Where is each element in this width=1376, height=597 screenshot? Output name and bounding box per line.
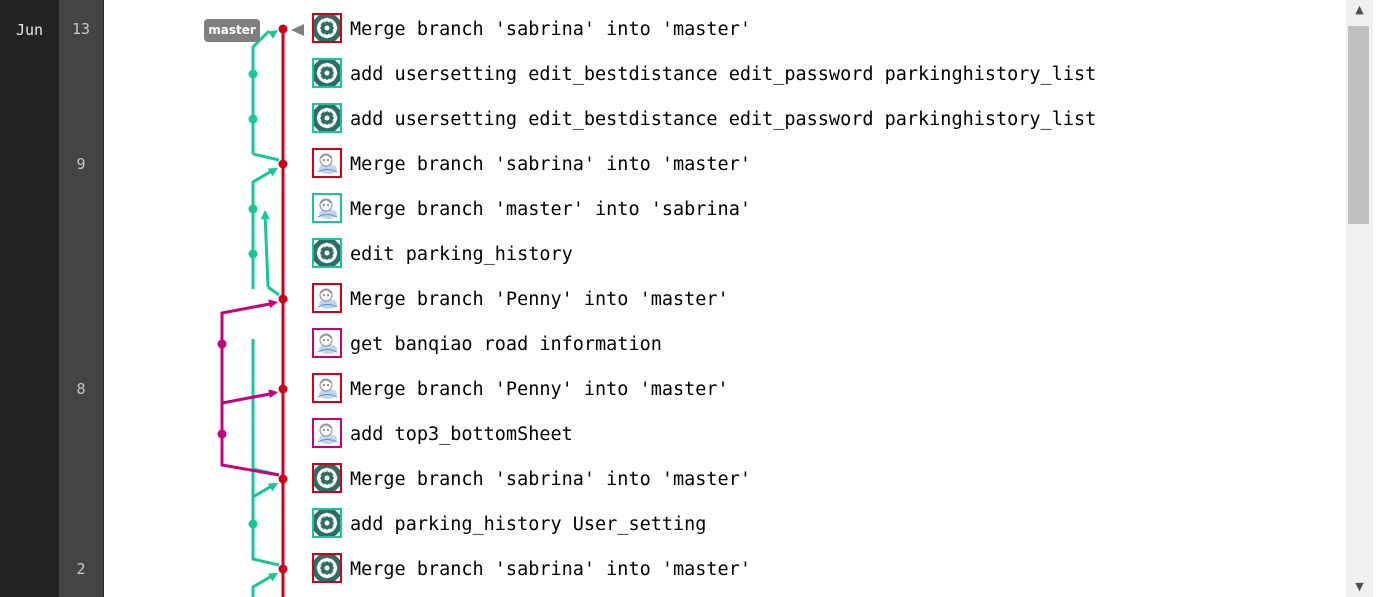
- commit-message: Merge branch 'Penny' into 'master': [350, 379, 729, 400]
- merge-arrowhead-icon: [268, 389, 278, 399]
- commit-row[interactable]: Merge branch 'Penny' into 'master': [310, 367, 1330, 412]
- sabrina-branch-line: [251, 167, 276, 289]
- commit-message: edit parking_history: [350, 244, 573, 265]
- commit-row[interactable]: Merge branch 'sabrina' into 'master': [310, 7, 1330, 52]
- commit-message: Merge branch 'sabrina' into 'master': [350, 154, 751, 175]
- cartoon-avatar-icon: [312, 193, 342, 223]
- commit-message: add usersetting edit_bestdistance edit_p…: [350, 109, 1097, 130]
- penny-branch-line: [220, 301, 276, 344]
- sabrina-commit-dot[interactable]: [248, 519, 258, 529]
- master-commit-dot[interactable]: [278, 564, 288, 574]
- vertical-scrollbar[interactable]: ▲ ▼: [1346, 0, 1373, 597]
- sabrina-branch-line: [251, 497, 280, 567]
- commit-row[interactable]: get banqiao road information: [310, 322, 1330, 367]
- day-label: 9: [76, 155, 86, 173]
- commit-row[interactable]: Merge branch 'sabrina' into 'master': [310, 457, 1330, 502]
- commit-message: Merge branch 'master' into 'sabrina': [350, 199, 751, 220]
- scrollbar-thumb[interactable]: [1348, 26, 1369, 224]
- penny-branch-line: [220, 344, 280, 477]
- commit-row[interactable]: add parking_history User_setting: [310, 502, 1330, 547]
- sabrina-commit-dot[interactable]: [248, 69, 258, 79]
- commit-message: Merge branch 'Penny' into 'master': [350, 289, 729, 310]
- sabrina-commit-dot[interactable]: [248, 204, 258, 214]
- commit-graph: [217, 24, 288, 597]
- merge-arrowhead-icon: [268, 299, 278, 309]
- commit-row[interactable]: add top3_bottomSheet: [310, 412, 1330, 457]
- branch-tag-master[interactable]: master: [204, 19, 260, 42]
- commit-row[interactable]: Merge branch 'Penny' into 'master': [310, 277, 1330, 322]
- pattern-avatar-icon: [312, 508, 342, 538]
- pattern-avatar-icon: [312, 58, 342, 88]
- penny-commit-dot[interactable]: [217, 429, 227, 439]
- branch-tag-pointer-icon: [291, 24, 304, 36]
- master-commit-dot[interactable]: [278, 294, 288, 304]
- pattern-avatar-icon: [312, 463, 342, 493]
- month-column: Jun: [0, 0, 59, 597]
- scroll-up-arrow-icon[interactable]: ▲: [1346, 0, 1373, 20]
- master-commit-dot[interactable]: [278, 159, 288, 169]
- day-label: 2: [76, 560, 86, 578]
- sabrina-commit-dot[interactable]: [248, 249, 258, 259]
- commit-message: get banqiao road information: [350, 334, 662, 355]
- commit-row[interactable]: add usersetting edit_bestdistance edit_p…: [310, 52, 1330, 97]
- cartoon-avatar-icon: [312, 373, 342, 403]
- day-label: 8: [76, 380, 86, 398]
- merge-arrowhead-icon: [260, 210, 270, 220]
- penny-branch-line: [220, 391, 276, 434]
- commit-message: Merge branch 'sabrina' into 'master': [350, 559, 751, 580]
- pattern-avatar-icon: [312, 13, 342, 43]
- day-label: 13: [71, 20, 91, 38]
- commit-message: add top3_bottomSheet: [350, 424, 573, 445]
- commit-row[interactable]: Merge branch 'master' into 'sabrina': [310, 187, 1330, 232]
- pattern-avatar-icon: [312, 553, 342, 583]
- commit-row[interactable]: Merge branch 'sabrina' into 'master': [310, 547, 1330, 592]
- master-commit-dot[interactable]: [278, 24, 288, 34]
- pattern-avatar-icon: [312, 103, 342, 133]
- sabrina-commit-dot[interactable]: [248, 114, 258, 124]
- master-commit-dot[interactable]: [278, 474, 288, 484]
- cartoon-avatar-icon: [312, 148, 342, 178]
- sabrina-branch-line: [251, 339, 280, 477]
- day-column: 13 9 8 2: [59, 0, 104, 597]
- merge-arrowhead-icon: [268, 30, 278, 39]
- commit-message: add parking_history User_setting: [350, 514, 707, 535]
- pattern-avatar-icon: [312, 238, 342, 268]
- commit-row[interactable]: edit parking_history: [310, 232, 1330, 277]
- master-commit-dot[interactable]: [278, 384, 288, 394]
- scroll-down-arrow-icon[interactable]: ▼: [1346, 577, 1373, 597]
- sabrina-branch-line: [267, 285, 280, 297]
- commit-message: Merge branch 'sabrina' into 'master': [350, 469, 751, 490]
- sabrina-branch-line: [252, 152, 280, 162]
- commit-message: Merge branch 'sabrina' into 'master': [350, 19, 751, 40]
- cartoon-avatar-icon: [312, 328, 342, 358]
- commit-row[interactable]: add usersetting edit_bestdistance edit_p…: [310, 97, 1330, 142]
- sabrina-branch-line: [263, 212, 270, 288]
- commit-message: add usersetting edit_bestdistance edit_p…: [350, 64, 1097, 85]
- penny-commit-dot[interactable]: [217, 339, 227, 349]
- commit-row[interactable]: Merge branch 'sabrina' into 'master': [310, 142, 1330, 187]
- sabrina-branch-line: [251, 29, 271, 154]
- month-label: Jun: [15, 21, 44, 39]
- cartoon-avatar-icon: [312, 418, 342, 448]
- cartoon-avatar-icon: [312, 283, 342, 313]
